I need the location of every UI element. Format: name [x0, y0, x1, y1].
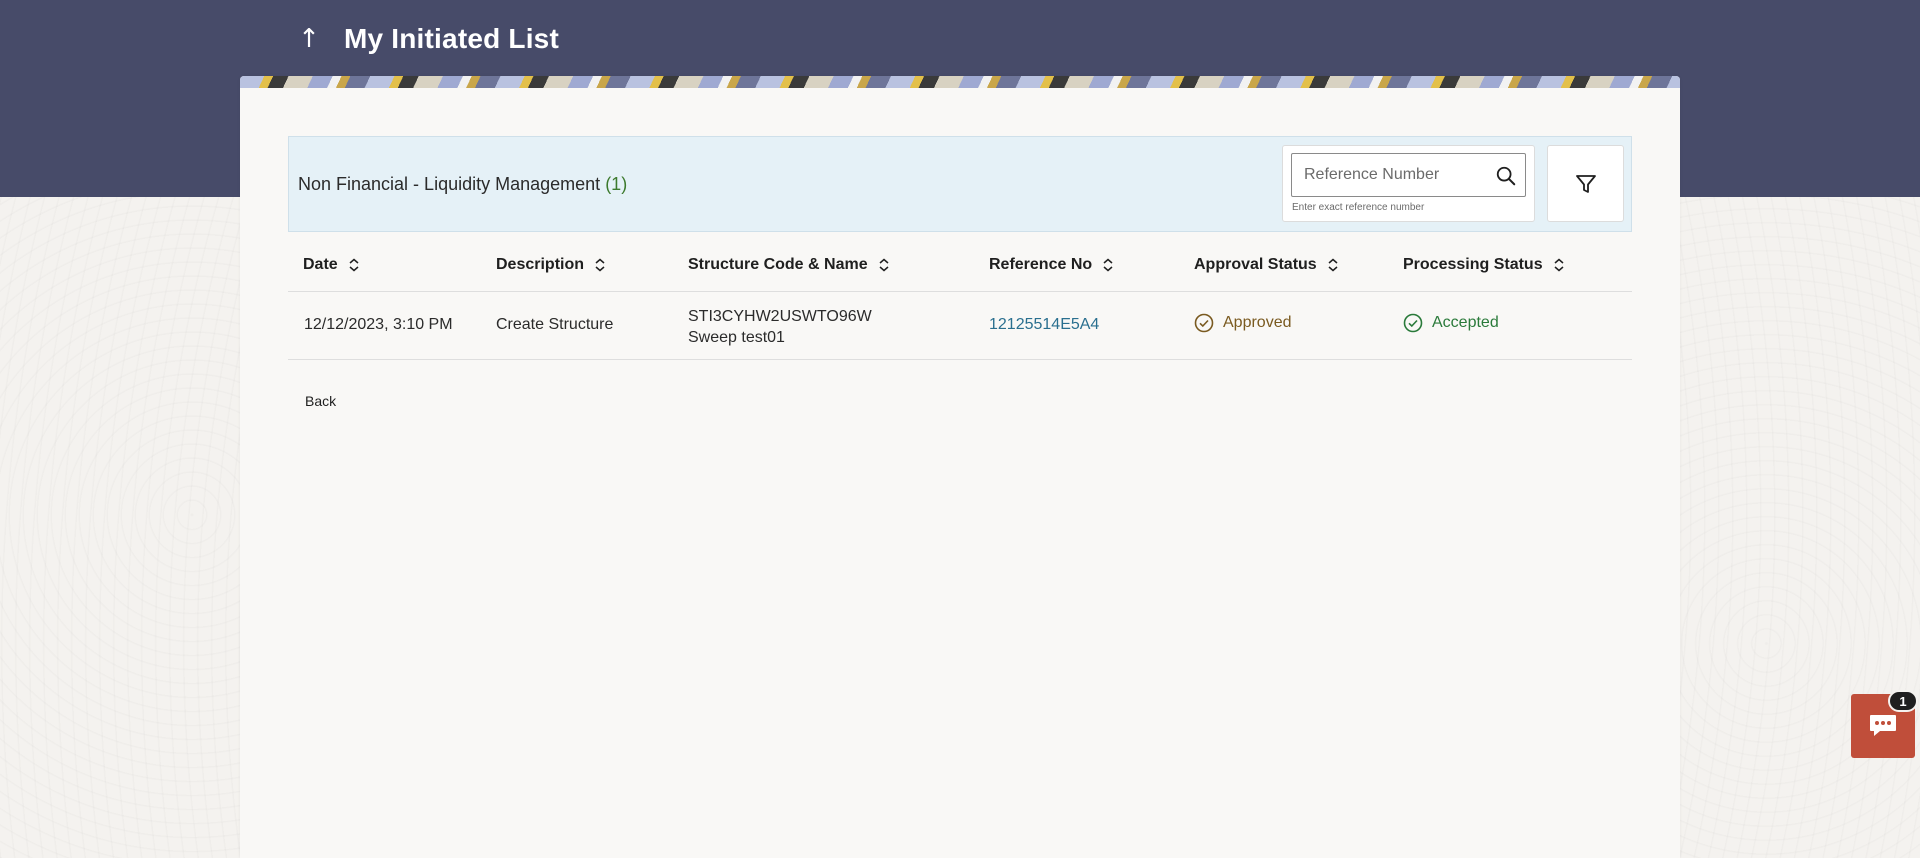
sort-icon: [1328, 258, 1338, 272]
table-row: 12/12/2023, 3:10 PM Create Structure STI…: [288, 292, 1632, 360]
list-header-panel: Non Financial - Liquidity Management (1)…: [288, 136, 1632, 232]
initiated-list-table: Date Description Structure Code & Name R…: [288, 234, 1632, 360]
check-circle-icon: [1403, 313, 1423, 333]
page-title: My Initiated List: [344, 23, 559, 54]
content-card: Non Financial - Liquidity Management (1)…: [240, 76, 1680, 858]
structure-code: STI3CYHW2USWTO96W: [688, 308, 872, 325]
decorative-banner: [240, 76, 1680, 88]
sort-icon: [349, 258, 359, 272]
structure-name: Sweep test01: [688, 329, 785, 346]
sort-icon: [1554, 258, 1564, 272]
cell-approval-status: Approved: [1194, 313, 1292, 333]
sort-icon: [879, 258, 889, 272]
chat-bubble-icon: [1870, 715, 1896, 736]
sort-icon: [1103, 258, 1113, 272]
cell-processing-status: Accepted: [1403, 313, 1499, 333]
search-hint: Enter exact reference number: [1292, 202, 1425, 213]
column-header-label: Description: [496, 256, 585, 273]
cell-date: 12/12/2023, 3:10 PM: [304, 316, 453, 333]
back-link[interactable]: Back: [305, 393, 336, 409]
list-count: (1): [605, 174, 628, 194]
list-title: Non Financial - Liquidity Management (1): [298, 174, 627, 195]
page-header: ↑ My Initiated List: [296, 18, 559, 60]
filter-icon: [1575, 174, 1596, 193]
chat-notification-badge: 1: [1888, 690, 1918, 712]
column-header-description[interactable]: Description: [496, 256, 606, 274]
column-header-label: Date: [303, 256, 338, 273]
column-header-label: Reference No: [989, 256, 1093, 273]
column-header-reference[interactable]: Reference No: [989, 256, 1114, 274]
column-header-label: Processing Status: [1403, 256, 1543, 273]
cell-description: Create Structure: [496, 316, 614, 333]
cell-structure: STI3CYHW2USWTO96W Sweep test01: [688, 306, 872, 348]
column-header-label: Approval Status: [1194, 256, 1317, 273]
list-title-text: Non Financial - Liquidity Management: [298, 174, 601, 194]
check-circle-icon: [1194, 313, 1214, 333]
search-field: [1291, 153, 1526, 197]
sort-icon: [595, 258, 605, 272]
back-arrow-icon[interactable]: ↑: [296, 26, 322, 52]
approval-status-text: Approved: [1223, 314, 1292, 331]
column-header-label: Structure Code & Name: [688, 256, 868, 273]
processing-status-text: Accepted: [1432, 314, 1499, 331]
reference-link[interactable]: 12125514E5A4: [989, 316, 1099, 333]
cell-reference: 12125514E5A4: [989, 316, 1099, 334]
table-header: Date Description Structure Code & Name R…: [288, 234, 1632, 292]
column-header-processing[interactable]: Processing Status: [1403, 256, 1565, 274]
column-header-structure[interactable]: Structure Code & Name: [688, 256, 890, 274]
search-input[interactable]: [1292, 154, 1482, 196]
column-header-date[interactable]: Date: [303, 256, 360, 274]
filter-button[interactable]: [1547, 145, 1624, 222]
search-icon[interactable]: [1495, 165, 1517, 187]
column-header-approval[interactable]: Approval Status: [1194, 256, 1339, 274]
search-box: Enter exact reference number: [1282, 145, 1535, 222]
